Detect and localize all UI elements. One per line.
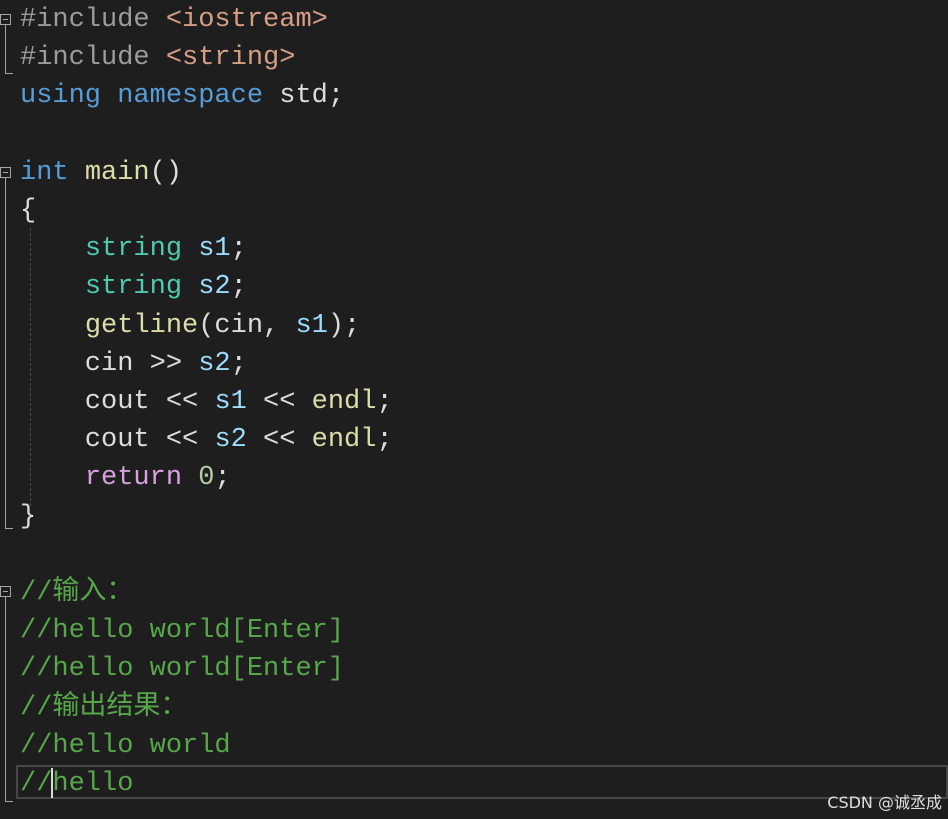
- code-token: #include: [20, 5, 166, 35]
- code-token: //hello world[Enter]: [20, 654, 345, 685]
- code-line[interactable]: cin >> s2;: [20, 345, 247, 383]
- code-token: <<: [246, 387, 312, 417]
- code-token: ;: [230, 234, 247, 265]
- code-token: endl: [311, 425, 377, 456]
- code-token: <<: [246, 425, 312, 456]
- code-line[interactable]: #include <string>: [20, 39, 295, 77]
- code-line[interactable]: }: [20, 498, 36, 536]
- code-token: s2: [198, 348, 231, 379]
- code-line[interactable]: string s1;: [20, 230, 247, 268]
- code-token: main: [84, 157, 150, 188]
- code-token: 0: [198, 463, 215, 494]
- code-line[interactable]: return 0;: [20, 459, 231, 497]
- code-line[interactable]: cout << s1 << endl;: [20, 383, 393, 421]
- code-token: ;: [376, 425, 393, 456]
- code-token: //输入：: [20, 578, 134, 608]
- code-editor[interactable]: #include <iostream> #include <string> usin…: [0, 0, 948, 819]
- text-caret: [51, 768, 53, 798]
- fold-guide: [5, 178, 6, 528]
- code-token: cout <<: [20, 425, 215, 456]
- code-token: cin >>: [20, 348, 199, 379]
- code-line[interactable]: {: [20, 192, 36, 230]
- code-token: (cin,: [198, 310, 296, 341]
- code-token: <iostream>: [165, 5, 328, 35]
- code-line[interactable]: #include <iostream>: [20, 1, 328, 39]
- code-token: endl: [311, 387, 377, 417]
- code-token: s1: [295, 310, 328, 341]
- code-token: <string>: [165, 43, 296, 74]
- code-token: return: [84, 463, 183, 494]
- code-line[interactable]: //hello world: [20, 727, 231, 765]
- code-line[interactable]: int main(): [20, 154, 182, 192]
- code-line[interactable]: using namespace std;: [20, 77, 344, 115]
- code-token: }: [20, 501, 37, 532]
- code-token: string: [84, 234, 183, 265]
- fold-guide: [5, 25, 6, 73]
- indent-guide: [30, 228, 31, 506]
- code-token: s2: [214, 425, 247, 456]
- collapse-icon[interactable]: [0, 167, 11, 178]
- code-token: s2: [198, 272, 231, 303]
- code-token: getline: [84, 310, 199, 341]
- code-token: ;: [230, 272, 247, 303]
- code-token: namespace: [117, 81, 264, 112]
- code-line[interactable]: //输出结果：: [20, 689, 187, 727]
- fold-end: [5, 73, 13, 74]
- code-token: {: [20, 196, 37, 226]
- code-token: ;: [376, 387, 393, 417]
- code-line[interactable]: //hello world[Enter]: [20, 650, 344, 688]
- code-token: //hello world[Enter]: [20, 616, 345, 647]
- code-line[interactable]: cout << s2 << endl;: [20, 421, 393, 459]
- fold-guide: [5, 597, 6, 801]
- code-token: );: [327, 310, 361, 341]
- code-token: s1: [198, 234, 231, 265]
- code-token: //输出结果：: [20, 692, 188, 723]
- code-line[interactable]: //hello world[Enter]: [20, 612, 344, 650]
- collapse-icon[interactable]: [0, 586, 11, 597]
- code-token: ;: [230, 348, 247, 379]
- code-token: using: [20, 81, 102, 112]
- code-line[interactable]: getline(cin, s1);: [20, 307, 360, 345]
- collapse-icon[interactable]: [0, 14, 11, 25]
- current-line-highlight: [16, 765, 948, 799]
- watermark: CSDN @诚丞成: [827, 793, 942, 812]
- code-token: //hello world: [20, 730, 231, 761]
- code-token: int: [20, 157, 69, 188]
- code-token: string: [84, 272, 183, 303]
- code-token: #include: [20, 43, 166, 74]
- code-line[interactable]: string s2;: [20, 268, 247, 306]
- fold-end: [5, 528, 13, 529]
- code-line[interactable]: //输入：: [20, 574, 133, 612]
- fold-end: [5, 801, 13, 802]
- code-token: std;: [263, 81, 345, 112]
- code-token: s1: [214, 387, 247, 417]
- code-token: ;: [214, 463, 231, 494]
- code-token: cout <<: [20, 387, 215, 417]
- code-token: (): [149, 157, 183, 188]
